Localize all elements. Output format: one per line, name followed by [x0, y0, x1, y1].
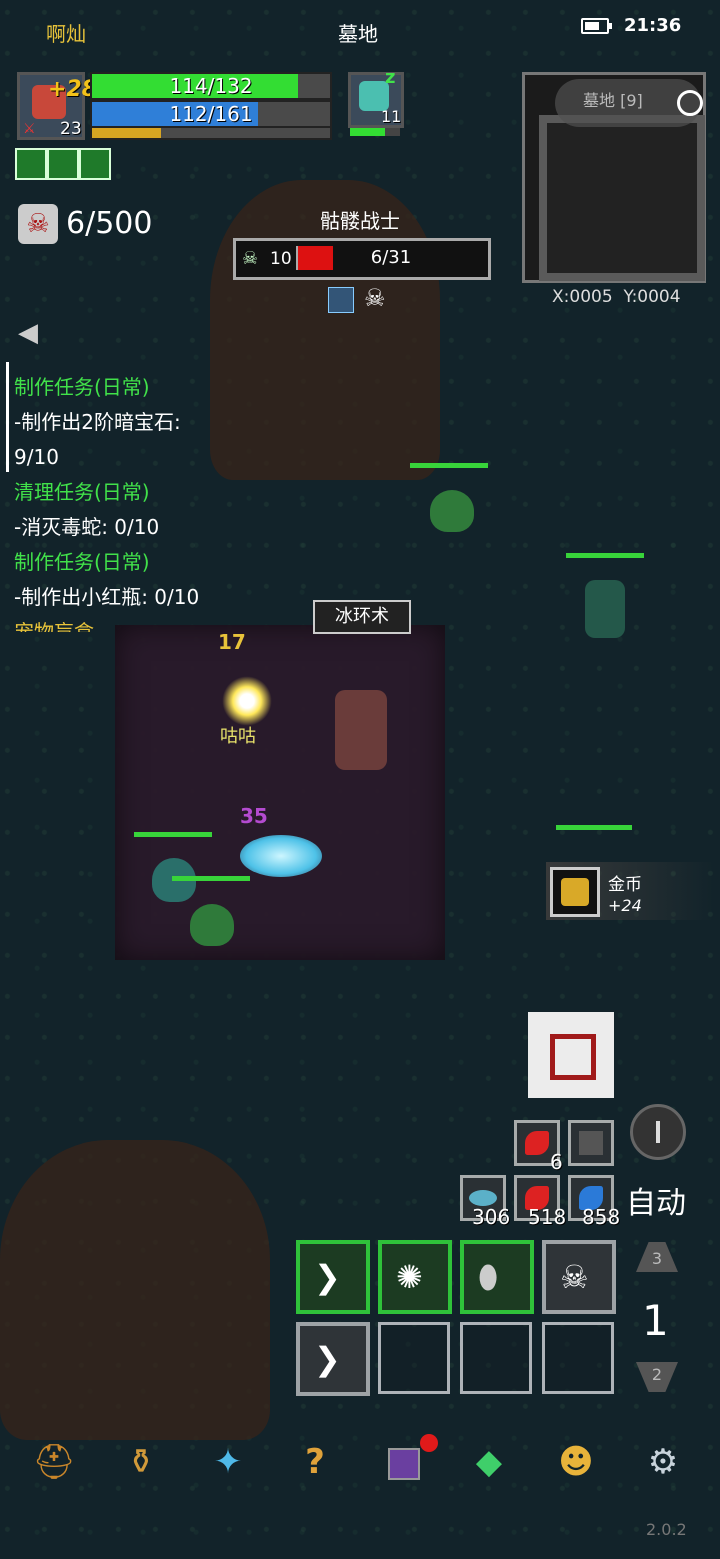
armor-buff-icon[interactable]	[47, 148, 79, 180]
target-level: 10	[270, 249, 292, 269]
enemy-hp-bar	[134, 832, 212, 837]
mp-text: 112/161	[169, 102, 253, 126]
gold-coin-icon	[550, 867, 600, 917]
ice-ring-effect	[240, 835, 322, 877]
minimap[interactable]: 墓地 [9]	[522, 72, 706, 283]
dash-skill-button[interactable]: ❯	[296, 1240, 370, 1314]
quest-detail: -制作出2阶暗宝石:	[14, 410, 181, 434]
clock: 21:36	[624, 15, 682, 36]
gear-icon[interactable]: ⚙	[641, 1440, 685, 1484]
question-icon[interactable]: ?	[293, 1440, 337, 1484]
player-portrait[interactable]: +28 23 ⚔	[17, 72, 97, 140]
quest-progress: 9/10	[14, 445, 59, 469]
player-character	[335, 690, 387, 770]
skull-debuff-icon: ☠	[364, 284, 386, 312]
coordinates: X:0005 Y:0004	[552, 287, 681, 307]
loot-name: 金币	[608, 875, 642, 895]
ghost-debuff-icon	[328, 287, 354, 313]
enemy-hp-bar	[556, 825, 632, 830]
notification-dot	[420, 1434, 438, 1452]
spin-skill-button[interactable]: ✺	[378, 1240, 452, 1314]
sword-icon: ⚔	[23, 121, 36, 137]
version-label: 2.0.2	[646, 1520, 687, 1539]
empty-skill-slot[interactable]	[460, 1322, 532, 1394]
gem-icon[interactable]: ✦	[206, 1440, 250, 1484]
quest-list[interactable]: 制作任务(日常) -制作出2阶暗宝石: 9/10 清理任务(日常) -消灭毒蛇:…	[14, 370, 274, 632]
damage-number: 17	[218, 630, 246, 654]
enemy-hp-bar	[566, 553, 644, 558]
dash-skill-button[interactable]: ❯	[296, 1322, 370, 1396]
damage-number: 35	[240, 804, 268, 828]
target-hp-text: 6/31	[370, 247, 412, 268]
skill-page-number: 1	[642, 1296, 669, 1345]
shield-skill-button[interactable]: ⬮	[460, 1240, 534, 1314]
pause-icon	[656, 1121, 660, 1143]
loot-notification: 金币 +24	[546, 862, 714, 920]
pet-level: 11	[381, 107, 402, 126]
mp-bar: 112/161	[90, 100, 332, 128]
speed-buff-icon[interactable]	[79, 148, 111, 180]
dead-tree	[0, 1140, 270, 1440]
xp-bar	[90, 126, 332, 140]
diamond-icon[interactable]: ◆	[467, 1440, 511, 1484]
pet-portrait[interactable]: z 11	[348, 67, 404, 128]
blue-potion-count: 858	[582, 1205, 621, 1229]
auto-button[interactable]: 自动	[626, 1178, 686, 1222]
quest-detail: -消灭毒蛇: 0/10	[14, 515, 160, 539]
target-lock-icon[interactable]	[677, 90, 703, 116]
demon-skull-icon: ☠	[18, 204, 58, 244]
target-name: 骷髅战士	[320, 209, 400, 233]
skull-skill-button[interactable]: ☠	[542, 1240, 616, 1314]
shield-buff-icon[interactable]	[15, 148, 47, 180]
red-potion-count: 6	[550, 1150, 563, 1174]
sync-button[interactable]	[630, 1104, 686, 1160]
enemy-hp-bar	[172, 876, 250, 881]
minimap-area	[539, 115, 705, 281]
slime-enemy[interactable]	[430, 490, 474, 532]
attack-target-button[interactable]	[528, 1012, 614, 1098]
empty-slot[interactable]	[568, 1120, 614, 1166]
xp-fill	[92, 128, 162, 138]
minimap-header: 墓地 [9]	[555, 79, 703, 127]
hp-bar: 114/132	[90, 72, 332, 100]
shop-icon[interactable]	[380, 1440, 424, 1484]
empty-skill-slot[interactable]	[378, 1322, 450, 1394]
enemy-hp-bar	[410, 463, 488, 468]
enemy-label: 咕咕	[220, 726, 256, 747]
quest-detail: -制作出小红瓶: 0/10	[14, 585, 200, 609]
collapse-arrow-icon[interactable]: ◀	[18, 318, 38, 348]
battery-icon	[581, 18, 612, 34]
skeleton-enemy[interactable]	[585, 580, 625, 638]
kill-counter: 6/500	[66, 206, 153, 241]
crosshair-icon	[550, 1034, 596, 1080]
pet-hp-fill	[350, 128, 385, 136]
map-name: 墓地	[338, 22, 378, 46]
target-frame[interactable]: ☠ 10 6/31	[233, 238, 491, 280]
lightning-effect	[222, 676, 272, 726]
loot-amount: +24	[608, 896, 642, 915]
player-level: 23	[60, 119, 82, 139]
player-name: 啊灿	[46, 22, 86, 46]
target-hp-bar: 6/31	[296, 246, 484, 270]
empty-skill-slot[interactable]	[542, 1322, 614, 1394]
slime-enemy[interactable]	[190, 904, 234, 946]
sleep-icon: z	[385, 67, 396, 88]
quest-title[interactable]: 清理任务(日常)	[14, 475, 274, 510]
fish-count: 306	[472, 1205, 511, 1229]
quest-title[interactable]: 制作任务(日常)	[14, 545, 274, 580]
quest-active-marker	[6, 362, 9, 472]
minimap-label: 墓地 [9]	[583, 91, 643, 110]
quest-title[interactable]: 制作任务(日常)	[14, 370, 274, 405]
helmet-icon[interactable]: ⛑	[32, 1440, 76, 1484]
red-potion-count: 518	[528, 1205, 567, 1229]
spell-area	[115, 625, 445, 960]
pet-hp-bar	[350, 128, 400, 136]
pet-icon[interactable]: ☻	[554, 1440, 598, 1484]
hp-text: 114/132	[169, 74, 253, 98]
skill-cast-bubble: 冰环术	[313, 600, 411, 634]
bag-icon[interactable]: ⚱	[119, 1440, 163, 1484]
skull-icon: ☠	[242, 248, 259, 269]
